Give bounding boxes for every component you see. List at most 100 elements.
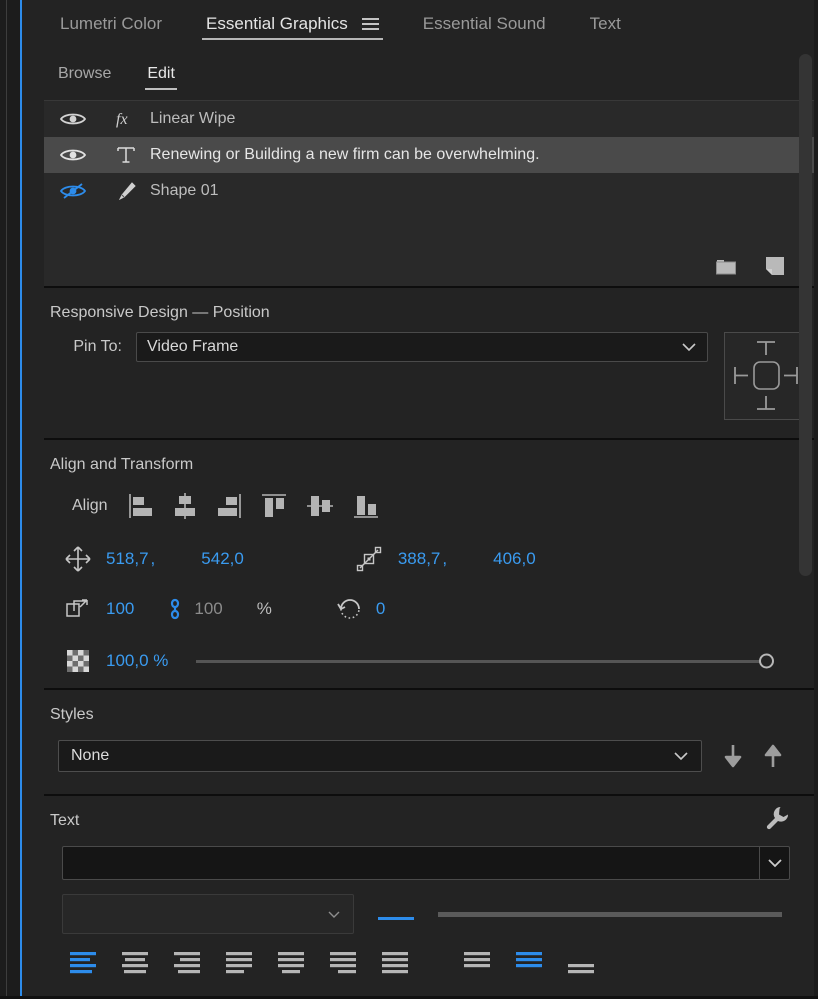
chevron-down-icon[interactable] [759, 847, 789, 879]
pin-to-label: Pin To: [73, 338, 122, 355]
eye-visible-icon [60, 113, 86, 125]
eye-visible-icon [60, 149, 86, 161]
layer-visibility-toggle[interactable] [44, 147, 102, 163]
responsive-design-section: Responsive Design — Position Pin To: Vid… [22, 288, 818, 438]
text-align-right-icon[interactable] [174, 950, 226, 974]
layer-name: Shape 01 [150, 182, 219, 199]
align-center-vertical-icon[interactable] [306, 492, 334, 520]
wrench-icon[interactable] [764, 805, 790, 831]
tab-label: Essential Sound [422, 14, 546, 33]
scrollbar-gutter [814, 0, 818, 999]
sub-tab-bar: Browse Edit [22, 48, 818, 100]
styles-section: Styles None [22, 690, 818, 794]
anchor-separator: , [442, 549, 448, 568]
opacity-value[interactable]: 100,0 % [106, 651, 196, 671]
align-top-icon[interactable] [260, 492, 288, 520]
align-label: Align [72, 497, 108, 514]
subtab-label: Edit [147, 65, 175, 82]
fx-icon: fx [102, 109, 150, 129]
text-align-button-group [44, 934, 814, 974]
subtab-edit[interactable]: Edit [129, 52, 193, 96]
new-layer-icon[interactable] [764, 255, 786, 277]
subtab-label: Browse [58, 65, 112, 82]
gutter-divider [6, 0, 7, 999]
text-align-left-icon[interactable] [70, 950, 122, 974]
text-justify-last-center-icon[interactable] [278, 950, 330, 974]
table-row[interactable]: fx Linear Wipe [44, 101, 814, 137]
scale-rotation-row: 100 100 % 0 [44, 584, 814, 634]
pin-to-select[interactable]: Video Frame [136, 332, 708, 362]
align-bottom-icon[interactable] [352, 492, 380, 520]
text-justify-all-icon[interactable] [382, 950, 434, 974]
scale-icon [50, 596, 106, 622]
eye-hidden-icon [60, 183, 86, 199]
font-style-select[interactable] [62, 894, 354, 934]
styles-value: None [71, 747, 110, 764]
rotation-icon [336, 596, 364, 622]
tab-active-underline [202, 38, 383, 40]
chevron-down-icon [327, 910, 341, 919]
arrow-down-icon[interactable] [724, 744, 742, 768]
layer-visibility-toggle[interactable] [44, 111, 102, 127]
tab-essential-graphics[interactable]: Essential Graphics [184, 0, 401, 48]
layer-list-footer [44, 246, 814, 286]
tab-label: Text [589, 14, 621, 33]
hamburger-menu-icon[interactable] [361, 18, 379, 30]
anchor-point-icon [356, 546, 382, 572]
font-size-underline [378, 917, 414, 920]
opacity-slider[interactable] [196, 653, 774, 669]
text-type-icon [102, 145, 150, 165]
move-position-icon [50, 546, 106, 572]
text-justify-last-left-icon[interactable] [226, 950, 278, 974]
panel-left-gutter [0, 0, 22, 999]
subtab-active-underline [145, 88, 177, 90]
anchor-x-value[interactable]: 388,7 [398, 549, 441, 569]
section-title: Responsive Design — Position [50, 304, 270, 321]
text-align-center-icon[interactable] [122, 950, 174, 974]
panel-scrollbar[interactable] [799, 54, 812, 576]
position-x-value[interactable]: 518,7 [106, 549, 149, 569]
scale-value[interactable]: 100 [106, 599, 134, 619]
layer-visibility-toggle[interactable] [44, 182, 102, 200]
layer-name: Renewing or Building a new firm can be o… [150, 146, 540, 163]
position-row: 518,7 , 542,0 388,7 , 406,0 [44, 534, 814, 584]
font-size-slider[interactable] [438, 911, 782, 917]
link-chain-icon[interactable] [168, 596, 182, 622]
font-family-select[interactable] [62, 846, 790, 880]
align-center-horizontal-icon[interactable] [172, 492, 198, 520]
arrow-up-icon[interactable] [764, 744, 782, 768]
text-align-top-icon[interactable] [464, 950, 516, 974]
svg-text:fx: fx [116, 111, 128, 128]
align-and-transform-section: Align and Transform Align 518,7 , 542,0 … [22, 440, 818, 688]
text-align-bottom-icon[interactable] [568, 950, 620, 974]
table-row[interactable]: Renewing or Building a new firm can be o… [44, 137, 814, 173]
section-title: Align and Transform [50, 456, 194, 473]
tab-text[interactable]: Text [568, 0, 643, 48]
panel-tab-bar: Lumetri Color Essential Graphics Essenti… [22, 0, 818, 48]
font-family-value [63, 847, 759, 879]
anchor-y-value[interactable]: 406,0 [493, 549, 536, 569]
align-left-icon[interactable] [128, 492, 154, 520]
font-size-input[interactable] [378, 904, 414, 924]
text-justify-last-right-icon[interactable] [330, 950, 382, 974]
layer-name: Linear Wipe [150, 110, 236, 127]
subtab-browse[interactable]: Browse [40, 52, 129, 96]
tab-essential-sound[interactable]: Essential Sound [401, 0, 568, 48]
layer-list[interactable]: fx Linear Wipe Renewing or Building a ne… [44, 100, 814, 246]
pin-anchor-widget[interactable] [724, 332, 808, 420]
opacity-slider-knob[interactable] [759, 653, 774, 669]
styles-select[interactable]: None [58, 740, 702, 772]
pin-to-value: Video Frame [147, 338, 239, 355]
new-folder-icon[interactable] [714, 256, 740, 277]
scale-linked-value[interactable]: 100 [194, 599, 222, 619]
position-y-value[interactable]: 542,0 [201, 549, 244, 569]
tab-lumetri-color[interactable]: Lumetri Color [38, 0, 184, 48]
table-row[interactable]: Shape 01 [44, 173, 814, 209]
tab-label: Lumetri Color [60, 14, 163, 33]
rotation-value[interactable]: 0 [376, 599, 385, 619]
chevron-down-icon [673, 751, 689, 761]
section-title: Text [50, 812, 80, 829]
opacity-row: 100,0 % [44, 634, 814, 688]
align-right-icon[interactable] [216, 492, 242, 520]
text-align-vertical-center-icon[interactable] [516, 950, 568, 974]
